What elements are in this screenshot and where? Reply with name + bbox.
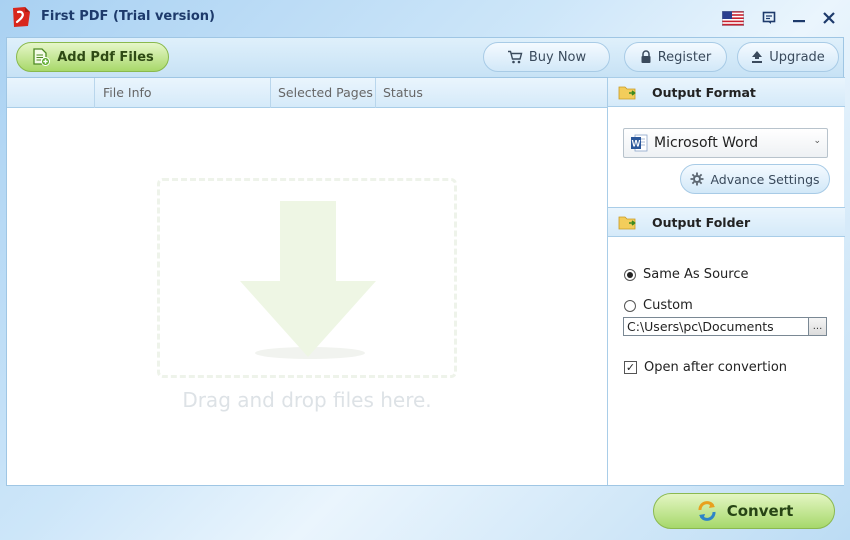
- column-divider[interactable]: [94, 78, 95, 108]
- custom-option[interactable]: Custom: [624, 298, 693, 313]
- close-button[interactable]: [818, 8, 840, 28]
- open-after-option[interactable]: ✓ Open after convertion: [624, 360, 787, 375]
- buy-now-button[interactable]: Buy Now: [483, 42, 610, 72]
- convert-label: Convert: [726, 502, 794, 520]
- output-format-select[interactable]: W Microsoft Word ⌄: [623, 128, 828, 158]
- open-after-checkbox[interactable]: ✓: [624, 361, 637, 374]
- output-format-title: Output Format: [652, 85, 756, 100]
- minimize-button[interactable]: [788, 8, 810, 28]
- upgrade-arrow-icon: [752, 51, 763, 63]
- add-pdf-files-label: Add Pdf Files: [57, 49, 154, 65]
- column-file-info[interactable]: File Info: [103, 85, 152, 100]
- add-file-icon: [33, 48, 51, 66]
- toolbar: Add Pdf Files Buy Now Register Upgrade: [6, 37, 844, 77]
- drop-hint: Drag and drop files here.: [182, 388, 432, 412]
- side-panel: Output Format W Microsoft Word ⌄ Advance…: [607, 77, 845, 485]
- browse-button[interactable]: ...: [808, 317, 827, 336]
- buy-now-label: Buy Now: [528, 49, 587, 65]
- output-folder-header: Output Folder: [608, 207, 845, 237]
- folder-arrow-icon: [618, 86, 636, 100]
- add-pdf-files-button[interactable]: Add Pdf Files: [16, 42, 169, 72]
- column-status[interactable]: Status: [383, 85, 423, 100]
- language-flag-icon[interactable]: [722, 8, 744, 28]
- register-button[interactable]: Register: [624, 42, 727, 72]
- app-logo-icon: [9, 5, 33, 29]
- custom-path-input[interactable]: [623, 317, 809, 336]
- window-title: First PDF (Trial version): [41, 9, 215, 24]
- custom-radio[interactable]: [624, 299, 636, 312]
- convert-icon: [698, 501, 716, 521]
- feedback-icon[interactable]: [758, 8, 780, 28]
- word-icon: W: [631, 134, 648, 152]
- custom-label: Custom: [643, 298, 693, 313]
- output-format-header: Output Format: [608, 77, 845, 107]
- same-as-source-label: Same As Source: [643, 267, 749, 282]
- gear-icon: [690, 172, 704, 186]
- lock-icon: [641, 50, 651, 63]
- convert-button[interactable]: Convert: [653, 493, 835, 529]
- upgrade-label: Upgrade: [769, 49, 825, 65]
- folder-arrow-icon: [618, 216, 636, 230]
- chevron-down-icon: ⌄: [813, 136, 821, 146]
- open-after-label: Open after convertion: [644, 360, 788, 375]
- download-arrow-icon: [240, 201, 376, 359]
- output-format-value: Microsoft Word: [654, 135, 759, 151]
- advance-settings-button[interactable]: Advance Settings: [680, 164, 830, 194]
- same-as-source-option[interactable]: Same As Source: [624, 267, 748, 282]
- same-as-source-radio[interactable]: [624, 268, 636, 281]
- title-bar: First PDF (Trial version): [0, 0, 850, 36]
- register-label: Register: [657, 49, 712, 65]
- file-table-header: File Info Selected Pages Status: [7, 78, 607, 108]
- column-selected-pages[interactable]: Selected Pages: [278, 85, 373, 100]
- output-folder-title: Output Folder: [652, 215, 751, 230]
- cart-icon: [507, 50, 523, 64]
- svg-text:W: W: [632, 139, 641, 149]
- column-divider[interactable]: [375, 78, 376, 108]
- column-divider[interactable]: [270, 78, 271, 108]
- main-area: File Info Selected Pages Status Drag and…: [6, 77, 845, 486]
- upgrade-button[interactable]: Upgrade: [737, 42, 839, 72]
- drop-zone[interactable]: [157, 178, 457, 378]
- advance-settings-label: Advance Settings: [710, 171, 820, 187]
